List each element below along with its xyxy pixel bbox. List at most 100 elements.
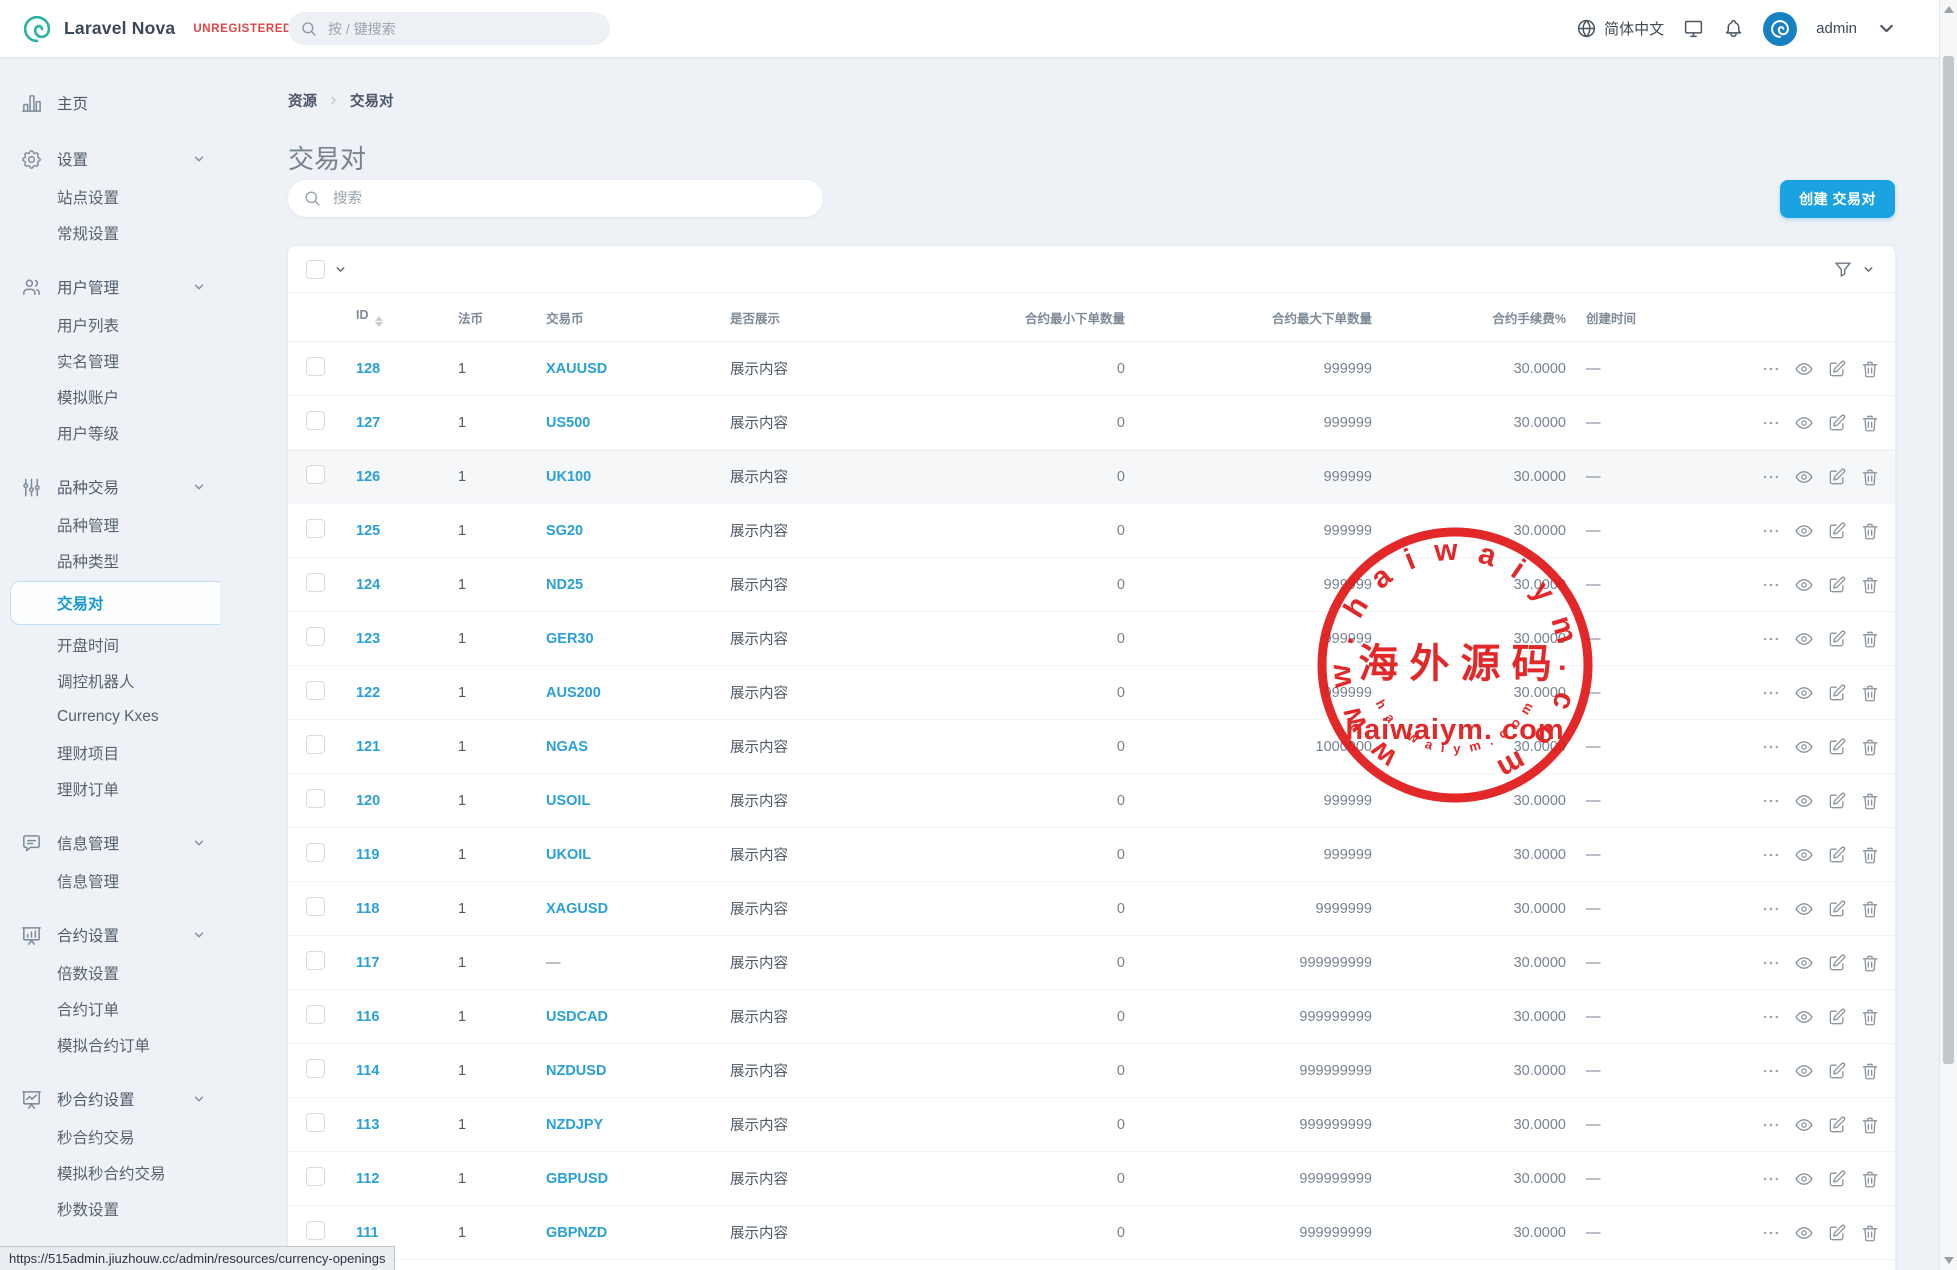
column-header[interactable]: ID	[338, 293, 440, 342]
row-edit-icon[interactable]	[1827, 953, 1847, 973]
row-edit-icon[interactable]	[1827, 791, 1847, 811]
row-id-link[interactable]: 122	[356, 685, 380, 701]
row-id-link[interactable]: 123	[356, 631, 380, 647]
row-more-actions-icon[interactable]	[1761, 521, 1781, 541]
row-symbol-link[interactable]: USDCAD	[546, 1009, 608, 1025]
row-delete-icon[interactable]	[1860, 953, 1880, 973]
row-delete-icon[interactable]	[1860, 521, 1880, 541]
chevron-down-icon[interactable]	[334, 263, 347, 276]
row-more-actions-icon[interactable]	[1761, 1007, 1781, 1027]
row-id-link[interactable]: 118	[356, 901, 379, 917]
sidebar-section-4[interactable]: 信息管理	[0, 823, 220, 863]
scroll-up-arrow-icon[interactable]	[1944, 6, 1954, 13]
row-id-link[interactable]: 116	[356, 1009, 379, 1025]
row-checkbox[interactable]	[306, 843, 325, 862]
row-edit-icon[interactable]	[1827, 1007, 1847, 1027]
row-delete-icon[interactable]	[1860, 413, 1880, 433]
row-view-icon[interactable]	[1794, 1223, 1814, 1243]
row-view-icon[interactable]	[1794, 413, 1814, 433]
row-edit-icon[interactable]	[1827, 467, 1847, 487]
row-checkbox[interactable]	[306, 1005, 325, 1024]
row-more-actions-icon[interactable]	[1761, 1115, 1781, 1135]
row-symbol-link[interactable]: GBPNZD	[546, 1225, 607, 1241]
row-checkbox[interactable]	[306, 789, 325, 808]
row-view-icon[interactable]	[1794, 1115, 1814, 1135]
sidebar-item[interactable]: 实名管理	[0, 343, 220, 379]
sidebar-item[interactable]: 合约订单	[0, 991, 220, 1027]
row-checkbox[interactable]	[306, 735, 325, 754]
sidebar-item[interactable]: 调控机器人	[0, 663, 220, 699]
row-delete-icon[interactable]	[1860, 737, 1880, 757]
row-delete-icon[interactable]	[1860, 791, 1880, 811]
global-search-input[interactable]	[326, 20, 598, 38]
row-more-actions-icon[interactable]	[1761, 791, 1781, 811]
display-icon[interactable]	[1683, 18, 1704, 39]
language-switcher[interactable]: 简体中文	[1576, 18, 1664, 39]
row-symbol-link[interactable]: UKOIL	[546, 847, 591, 863]
avatar[interactable]	[1763, 12, 1797, 46]
page-scrollbar[interactable]	[1939, 0, 1957, 1270]
sidebar-item[interactable]: 站点设置	[0, 179, 220, 215]
row-checkbox[interactable]	[306, 627, 325, 646]
row-more-actions-icon[interactable]	[1761, 359, 1781, 379]
sidebar-item[interactable]: 用户等级	[0, 415, 220, 451]
row-id-link[interactable]: 113	[356, 1117, 379, 1133]
row-edit-icon[interactable]	[1827, 629, 1847, 649]
row-checkbox[interactable]	[306, 1221, 325, 1240]
sidebar-item[interactable]: 秒合约交易	[0, 1119, 220, 1155]
row-view-icon[interactable]	[1794, 845, 1814, 865]
row-edit-icon[interactable]	[1827, 1061, 1847, 1081]
row-symbol-link[interactable]: GER30	[546, 631, 594, 647]
sidebar-item[interactable]: 常规设置	[0, 215, 220, 251]
row-delete-icon[interactable]	[1860, 575, 1880, 595]
row-symbol-link[interactable]: XAUUSD	[546, 361, 607, 377]
row-id-link[interactable]: 125	[356, 523, 380, 539]
row-edit-icon[interactable]	[1827, 1115, 1847, 1135]
row-more-actions-icon[interactable]	[1761, 683, 1781, 703]
row-checkbox[interactable]	[306, 519, 325, 538]
chevron-down-icon[interactable]	[1876, 18, 1897, 39]
brand[interactable]: Laravel Nova UNREGISTERED	[0, 14, 292, 44]
row-delete-icon[interactable]	[1860, 899, 1880, 919]
row-id-link[interactable]: 121	[356, 739, 380, 755]
row-view-icon[interactable]	[1794, 899, 1814, 919]
row-view-icon[interactable]	[1794, 1169, 1814, 1189]
row-symbol-link[interactable]: AUS200	[546, 685, 601, 701]
row-more-actions-icon[interactable]	[1761, 899, 1781, 919]
sidebar-item[interactable]: 开盘时间	[0, 627, 220, 663]
row-checkbox[interactable]	[306, 465, 325, 484]
row-checkbox[interactable]	[306, 1167, 325, 1186]
row-checkbox[interactable]	[306, 681, 325, 700]
row-view-icon[interactable]	[1794, 575, 1814, 595]
row-edit-icon[interactable]	[1827, 845, 1847, 865]
row-more-actions-icon[interactable]	[1761, 1061, 1781, 1081]
row-checkbox[interactable]	[306, 897, 325, 916]
scroll-down-arrow-icon[interactable]	[1944, 1257, 1954, 1264]
row-view-icon[interactable]	[1794, 521, 1814, 541]
sidebar-section-5[interactable]: 合约设置	[0, 915, 220, 955]
row-edit-icon[interactable]	[1827, 575, 1847, 595]
row-view-icon[interactable]	[1794, 1007, 1814, 1027]
row-edit-icon[interactable]	[1827, 683, 1847, 703]
row-checkbox[interactable]	[306, 1113, 325, 1132]
row-more-actions-icon[interactable]	[1761, 629, 1781, 649]
row-symbol-link[interactable]: NZDJPY	[546, 1117, 603, 1133]
row-view-icon[interactable]	[1794, 467, 1814, 487]
row-id-link[interactable]: 128	[356, 361, 380, 377]
row-more-actions-icon[interactable]	[1761, 575, 1781, 595]
row-symbol-link[interactable]: GBPUSD	[546, 1171, 608, 1187]
sidebar-item[interactable]: 模拟秒合约交易	[0, 1155, 220, 1191]
row-delete-icon[interactable]	[1860, 1223, 1880, 1243]
sidebar-item[interactable]: Currency Kxes	[0, 699, 220, 735]
bell-icon[interactable]	[1723, 18, 1744, 39]
row-edit-icon[interactable]	[1827, 1169, 1847, 1189]
chevron-down-icon[interactable]	[1862, 263, 1875, 276]
row-checkbox[interactable]	[306, 1059, 325, 1078]
row-id-link[interactable]: 117	[356, 955, 379, 971]
row-symbol-link[interactable]: ND25	[546, 577, 583, 593]
sidebar-section-3[interactable]: 品种交易	[0, 467, 220, 507]
row-id-link[interactable]: 119	[356, 847, 379, 863]
row-delete-icon[interactable]	[1860, 683, 1880, 703]
breadcrumb-resources[interactable]: 资源	[288, 90, 317, 111]
sidebar-section-6[interactable]: 秒合约设置	[0, 1079, 220, 1119]
